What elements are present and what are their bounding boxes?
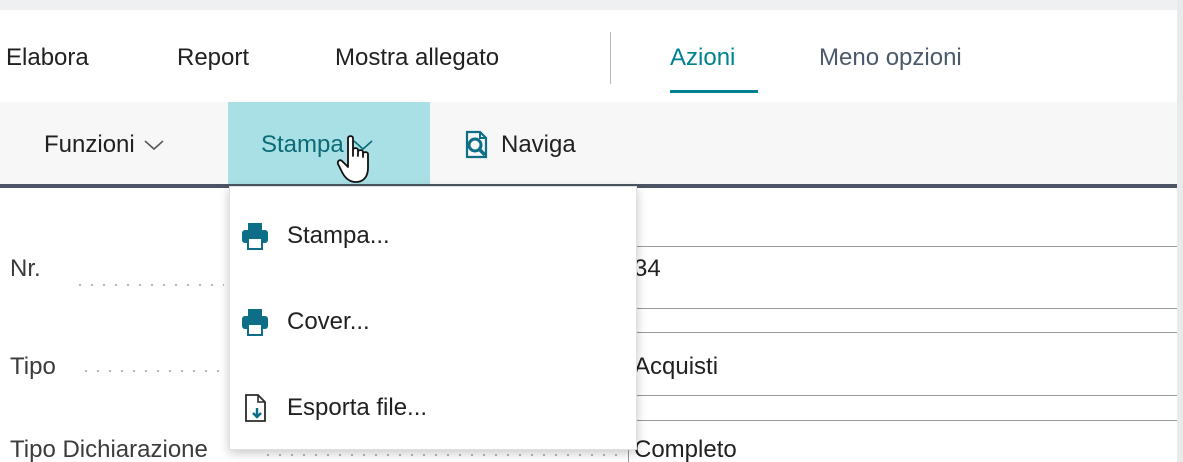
field-label-tipo: Tipo — [10, 353, 56, 380]
field-value-nr[interactable]: 34 — [634, 255, 661, 283]
field-value-tipo-dichiarazione[interactable]: Completo — [634, 436, 737, 462]
field-border-tipo — [628, 395, 1177, 396]
stampa-dropdown-menu: Stampa... Cover... Esporta file... — [229, 186, 637, 450]
printer-icon — [242, 223, 268, 250]
navigate-icon — [465, 130, 488, 159]
page: Elabora Report Mostra allegato Azioni Me… — [0, 0, 1183, 462]
field-border-nr — [628, 308, 1177, 309]
field-border-tipo-dichiarazione-top — [628, 420, 1177, 421]
menu-item-report[interactable]: Report — [177, 44, 249, 72]
menu-item-stampa-label: Stampa... — [287, 222, 390, 249]
naviga-button[interactable]: Naviga — [461, 102, 576, 188]
field-border-top — [628, 246, 1177, 247]
top-strip — [0, 0, 1183, 10]
field-dots — [262, 454, 622, 456]
menu-item-stampa[interactable]: Stampa... — [230, 193, 636, 279]
field-label-nr: Nr. — [10, 255, 41, 282]
action-bar: Elabora Report Mostra allegato Azioni Me… — [0, 10, 1177, 102]
field-dots — [74, 284, 224, 286]
menu-item-elabora[interactable]: Elabora — [6, 44, 89, 72]
menu-item-mostra-allegato[interactable]: Mostra allegato — [335, 44, 499, 72]
field-value-tipo[interactable]: Acquisti — [634, 353, 718, 381]
field-label-tipo-dichiarazione: Tipo Dichiarazione — [10, 436, 208, 462]
field-border-tipo-top — [628, 332, 1177, 333]
stampa-label: Stampa — [261, 131, 344, 158]
printer-icon — [242, 309, 268, 336]
funzioni-label: Funzioni — [44, 131, 135, 158]
naviga-label: Naviga — [501, 131, 576, 158]
menu-item-esporta-file-label: Esporta file... — [287, 394, 428, 421]
menu-item-meno-opzioni[interactable]: Meno opzioni — [819, 44, 962, 72]
funzioni-button[interactable]: Funzioni — [24, 102, 185, 188]
chevron-down-icon — [144, 140, 164, 151]
menu-item-cover[interactable]: Cover... — [230, 279, 636, 365]
stampa-button[interactable]: Stampa — [228, 102, 430, 188]
action-bar-separator — [610, 32, 611, 84]
toolbar: Funzioni Stampa Naviga — [0, 102, 1177, 188]
menu-item-esporta-file[interactable]: Esporta file... — [230, 365, 636, 451]
export-file-icon — [245, 394, 266, 422]
active-tab-underline — [670, 90, 758, 93]
hand-cursor-icon — [336, 135, 369, 183]
window-edge — [1177, 0, 1183, 462]
menu-item-cover-label: Cover... — [287, 308, 370, 335]
field-dots — [80, 370, 224, 372]
menu-item-azioni[interactable]: Azioni — [670, 44, 735, 72]
